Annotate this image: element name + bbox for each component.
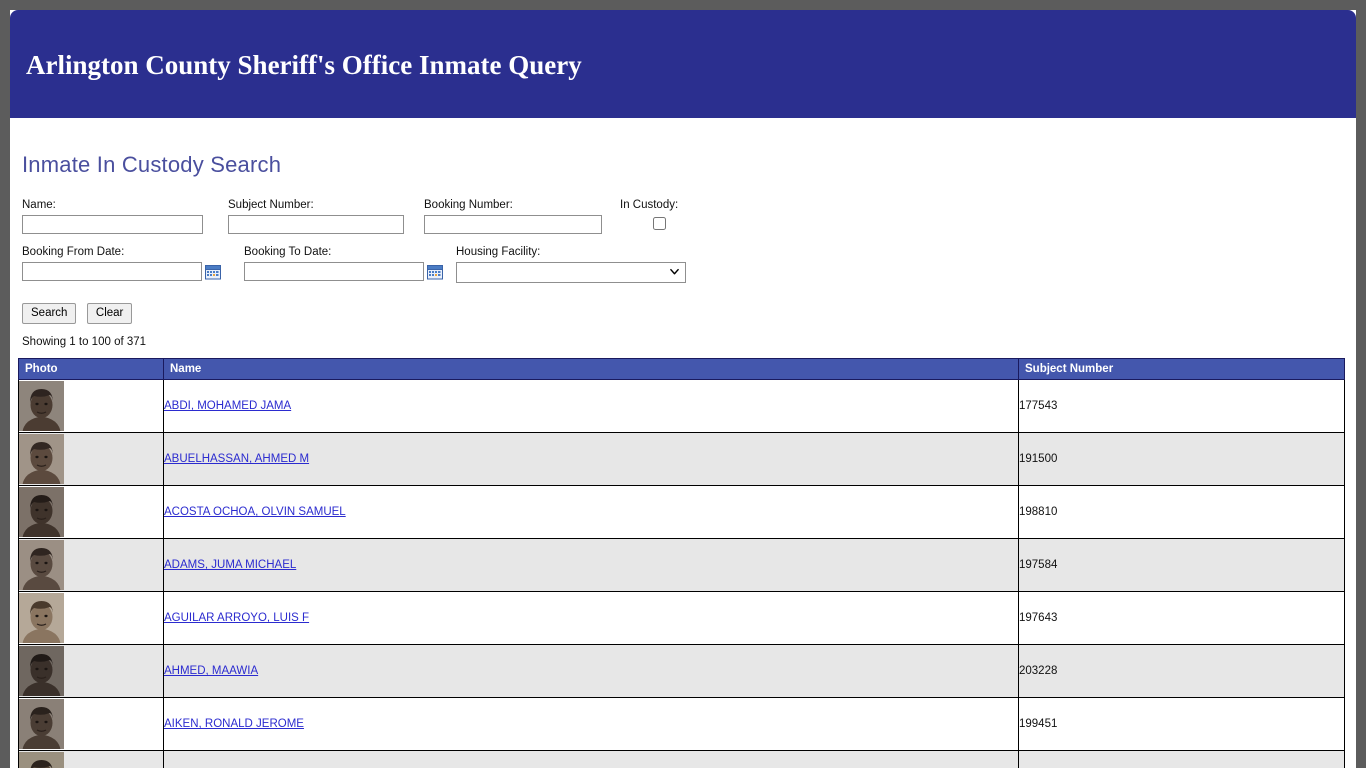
photo-cell	[18, 379, 164, 433]
table-row	[18, 750, 1345, 768]
site-header: Arlington County Sheriff's Office Inmate…	[10, 10, 1356, 118]
housing-facility-select-wrap	[456, 262, 686, 283]
booking-to-date-label: Booking To Date:	[244, 246, 332, 258]
mugshot-thumbnail[interactable]	[19, 434, 64, 484]
form-button-bar: Search Clear	[20, 303, 1346, 324]
mugshot-thumbnail[interactable]	[19, 381, 64, 431]
subject-number-cell: 197584	[1018, 538, 1345, 592]
photo-cell	[18, 697, 164, 751]
content-panel: Arlington County Sheriff's Office Inmate…	[10, 10, 1356, 768]
mugshot-thumbnail[interactable]	[19, 752, 64, 768]
name-input[interactable]	[22, 215, 203, 234]
booking-from-date-field-group: Booking From Date:	[22, 245, 221, 281]
table-row: ABUELHASSAN, AHMED M 191500	[18, 432, 1345, 486]
photo-cell	[18, 644, 164, 698]
subject-number-cell: 191500	[1018, 432, 1345, 486]
photo-cell	[18, 750, 164, 768]
subject-number-cell	[1018, 750, 1345, 768]
search-form-row-1: Name: Subject Number: Booking Number: In…	[20, 198, 1346, 240]
name-cell: ACOSTA OCHOA, OLVIN SAMUEL	[163, 485, 1019, 539]
booking-from-date-input[interactable]	[22, 262, 202, 281]
table-header-row: Photo Name Subject Number	[18, 358, 1345, 380]
photo-cell	[18, 538, 164, 592]
inmate-name-link[interactable]: ABDI, MOHAMED JAMA	[164, 400, 291, 412]
results-table-wrap: Photo Name Subject Number ABDI, MOHAMED …	[10, 358, 1356, 768]
table-row: ABDI, MOHAMED JAMA 177543	[18, 379, 1345, 433]
housing-facility-field-group: Housing Facility:	[456, 245, 686, 283]
photo-cell	[18, 485, 164, 539]
inmate-name-link[interactable]: ADAMS, JUMA MICHAEL	[164, 559, 296, 571]
page-root: Arlington County Sheriff's Office Inmate…	[0, 0, 1366, 768]
mugshot-thumbnail[interactable]	[19, 699, 64, 749]
main-content: Inmate In Custody Search Name: Subject N…	[10, 118, 1356, 348]
mugshot-thumbnail[interactable]	[19, 593, 64, 643]
in-custody-field-group: In Custody:	[620, 198, 698, 230]
subject-number-input[interactable]	[228, 215, 404, 234]
subject-number-cell: 198810	[1018, 485, 1345, 539]
search-button[interactable]: Search	[22, 303, 77, 324]
in-custody-checkbox[interactable]	[652, 217, 666, 230]
inmate-results-table: Photo Name Subject Number ABDI, MOHAMED …	[18, 358, 1345, 768]
search-form-row-2: Booking From Date: Booking To Date: Hous…	[20, 245, 1346, 287]
housing-facility-label: Housing Facility:	[456, 246, 541, 258]
name-cell: ABDI, MOHAMED JAMA	[163, 379, 1019, 433]
mugshot-thumbnail[interactable]	[19, 487, 64, 537]
photo-cell	[18, 432, 164, 486]
subject-number-label: Subject Number:	[228, 199, 314, 211]
name-cell: AHMED, MAAWIA	[163, 644, 1019, 698]
name-cell: AGUILAR ARROYO, LUIS F	[163, 591, 1019, 645]
inmate-name-link[interactable]: AHMED, MAAWIA	[164, 665, 258, 677]
name-cell: AIKEN, RONALD JEROME	[163, 697, 1019, 751]
subject-number-cell: 203228	[1018, 644, 1345, 698]
results-count-text: Showing 1 to 100 of 371	[22, 336, 147, 348]
name-field-group: Name:	[22, 198, 203, 234]
table-row: ACOSTA OCHOA, OLVIN SAMUEL 198810	[18, 485, 1345, 539]
table-row: AHMED, MAAWIA 203228	[18, 644, 1345, 698]
page-title: Arlington County Sheriff's Office Inmate…	[26, 50, 582, 80]
table-row: AIKEN, RONALD JEROME 199451	[18, 697, 1345, 751]
name-cell: ADAMS, JUMA MICHAEL	[163, 538, 1019, 592]
booking-number-input[interactable]	[424, 215, 602, 234]
column-header-subject-number[interactable]: Subject Number	[1018, 358, 1345, 380]
housing-facility-select[interactable]	[456, 262, 686, 283]
name-label: Name:	[22, 199, 56, 211]
search-form: Name: Subject Number: Booking Number: In…	[20, 198, 1346, 287]
table-body: ABDI, MOHAMED JAMA 177543 ABUELHASSAN, AHM…	[18, 379, 1345, 768]
mugshot-thumbnail[interactable]	[19, 540, 64, 590]
inmate-name-link[interactable]: ACOSTA OCHOA, OLVIN SAMUEL	[164, 506, 346, 518]
booking-to-date-wrap	[244, 262, 443, 281]
booking-from-date-wrap	[22, 262, 221, 281]
calendar-icon[interactable]	[205, 264, 221, 280]
mugshot-thumbnail[interactable]	[19, 646, 64, 696]
inmate-name-link[interactable]: AIKEN, RONALD JEROME	[164, 718, 304, 730]
name-cell: ABUELHASSAN, AHMED M	[163, 432, 1019, 486]
subject-number-cell: 199451	[1018, 697, 1345, 751]
inmate-name-link[interactable]: ABUELHASSAN, AHMED M	[164, 453, 309, 465]
column-header-name[interactable]: Name	[163, 358, 1019, 380]
in-custody-checkbox-wrap	[620, 215, 698, 230]
photo-cell	[18, 591, 164, 645]
subject-number-cell: 197643	[1018, 591, 1345, 645]
booking-number-label: Booking Number:	[424, 199, 513, 211]
subject-number-cell: 177543	[1018, 379, 1345, 433]
column-header-photo[interactable]: Photo	[18, 358, 164, 380]
calendar-icon[interactable]	[427, 264, 443, 280]
booking-from-date-label: Booking From Date:	[22, 246, 125, 258]
section-heading: Inmate In Custody Search	[22, 152, 282, 177]
inmate-name-link[interactable]: AGUILAR ARROYO, LUIS F	[164, 612, 309, 624]
booking-number-field-group: Booking Number:	[424, 198, 602, 234]
clear-button[interactable]: Clear	[86, 303, 133, 324]
table-row: AGUILAR ARROYO, LUIS F 197643	[18, 591, 1345, 645]
booking-to-date-input[interactable]	[244, 262, 424, 281]
table-row: ADAMS, JUMA MICHAEL 197584	[18, 538, 1345, 592]
name-cell	[163, 750, 1019, 768]
in-custody-label: In Custody:	[620, 199, 679, 211]
booking-to-date-field-group: Booking To Date:	[244, 245, 443, 281]
subject-number-field-group: Subject Number:	[228, 198, 404, 234]
